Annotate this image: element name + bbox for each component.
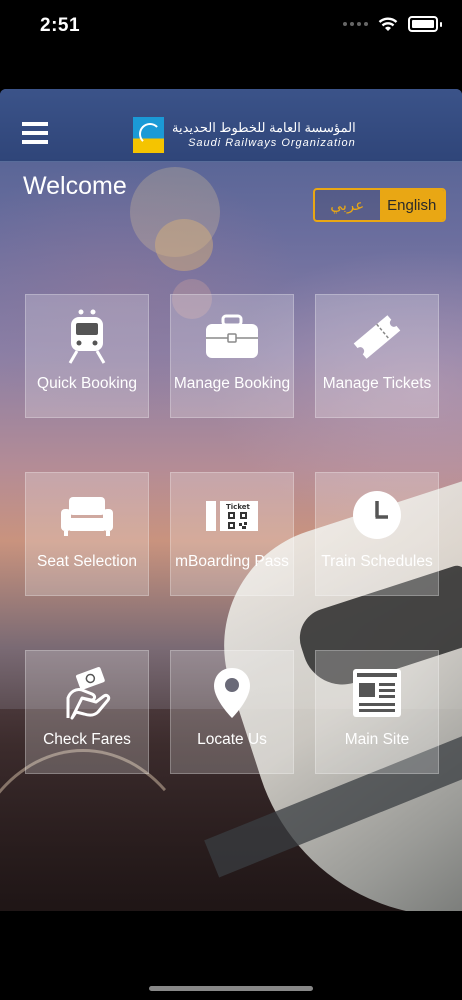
ticket-icon: [353, 315, 401, 359]
tile-label: Train Schedules: [321, 553, 433, 570]
menu-button[interactable]: [22, 122, 48, 148]
battery-icon: [408, 16, 438, 32]
seat-icon: [61, 497, 113, 536]
main-site-tile[interactable]: Main Site: [315, 650, 439, 774]
manage-tickets-tile[interactable]: Manage Tickets: [315, 294, 439, 418]
wifi-icon: [378, 17, 398, 31]
seat-selection-tile[interactable]: Seat Selection: [25, 472, 149, 596]
app-screen: المؤسسة العامة للخطوط الحديدية Saudi Rai…: [0, 89, 462, 911]
language-switch: عربي English: [313, 188, 446, 222]
tile-label: Check Fares: [43, 731, 131, 748]
clock-icon: [353, 491, 401, 539]
location-pin-icon: [214, 668, 250, 718]
battery-tip: [440, 21, 442, 27]
language-english-button[interactable]: English: [379, 190, 444, 220]
signal-icon: [343, 22, 368, 26]
tile-label: Seat Selection: [37, 553, 137, 570]
money-hand-icon: [66, 667, 111, 720]
language-arabic-button[interactable]: عربي: [315, 190, 380, 220]
status-icons: [343, 16, 442, 32]
boarding-pass-icon: Ticket: [206, 501, 258, 531]
website-icon: [353, 669, 401, 717]
tile-label: Quick Booking: [37, 375, 137, 392]
logo-arabic-text: المؤسسة العامة للخطوط الحديدية: [172, 120, 356, 135]
briefcase-icon: [206, 314, 258, 358]
status-time: 2:51: [40, 15, 81, 36]
logo-mark-icon: [133, 117, 164, 153]
background-light: [155, 219, 213, 271]
train-icon: [68, 309, 106, 364]
logo: المؤسسة العامة للخطوط الحديدية Saudi Rai…: [133, 117, 356, 153]
locate-us-tile[interactable]: Locate Us: [170, 650, 294, 774]
tile-label: Manage Tickets: [322, 375, 432, 392]
home-indicator[interactable]: [149, 986, 313, 991]
train-schedules-tile[interactable]: Train Schedules: [315, 472, 439, 596]
tile-label: Manage Booking: [173, 375, 291, 392]
tile-label: Main Site: [344, 731, 410, 748]
tile-label: mBoarding Pass: [175, 553, 289, 570]
mboarding-pass-tile[interactable]: Ticket mBoarding Pass: [170, 472, 294, 596]
app-header: المؤسسة العامة للخطوط الحديدية Saudi Rai…: [0, 89, 462, 162]
status-bar: 2:51: [0, 0, 462, 56]
manage-booking-tile[interactable]: Manage Booking: [170, 294, 294, 418]
welcome-title: Welcome: [23, 172, 127, 200]
boarding-pass-ticket-text: Ticket: [226, 503, 251, 511]
check-fares-tile[interactable]: Check Fares: [25, 650, 149, 774]
logo-english-text: Saudi Railways Organization: [188, 137, 356, 149]
quick-booking-tile[interactable]: Quick Booking: [25, 294, 149, 418]
tile-label: Locate Us: [197, 731, 267, 748]
logo-text: المؤسسة العامة للخطوط الحديدية Saudi Rai…: [172, 120, 356, 150]
